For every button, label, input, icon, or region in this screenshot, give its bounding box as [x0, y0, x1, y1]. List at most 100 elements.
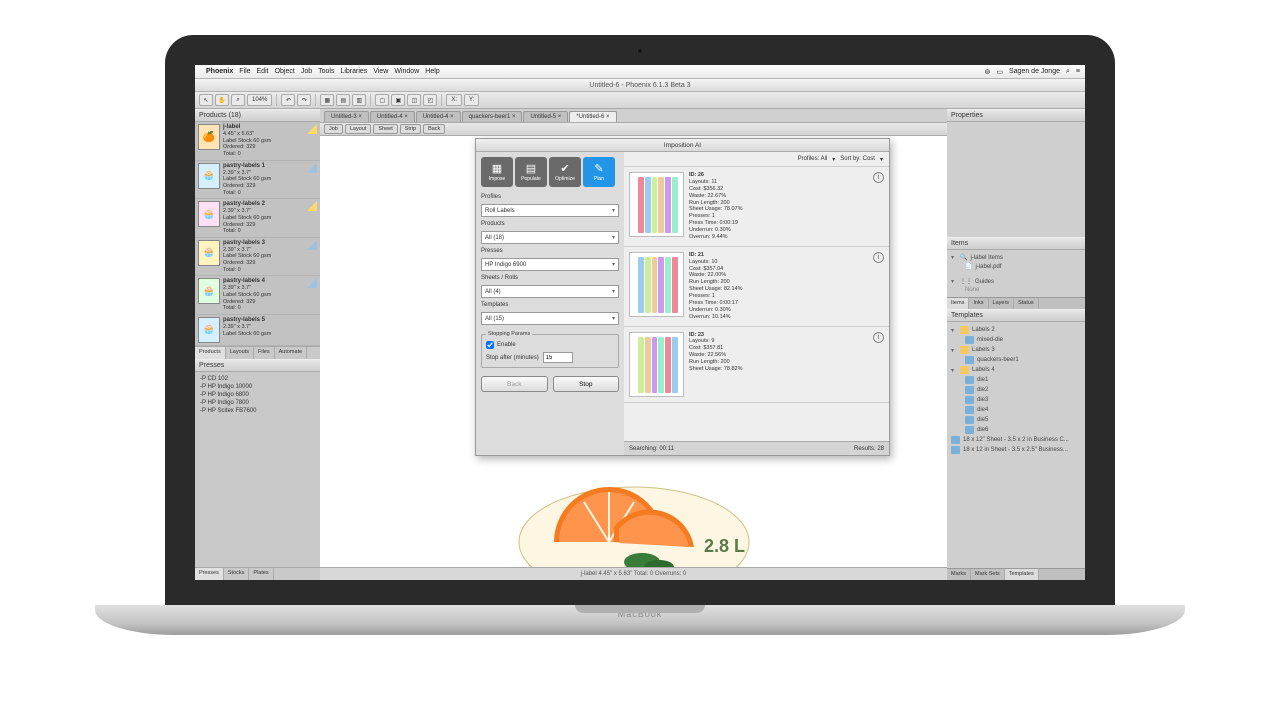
tool-c[interactable]: ▥	[352, 94, 366, 106]
imposition-ai-panel[interactable]: Imposition AI ▦Impose ▤Populate ✔Optimiz…	[475, 138, 890, 456]
doc-tab[interactable]: Untitled-4 ×	[370, 111, 415, 122]
press-row[interactable]: -P HP Indigo 7800	[198, 399, 317, 407]
press-row[interactable]: -P HP Indigo 6800	[198, 391, 317, 399]
product-row[interactable]: 🧁pastry-labels 32.39" x 3.7"Label Stock …	[195, 238, 320, 277]
doc-tab[interactable]: quackers-beer1 ×	[462, 111, 523, 122]
tool-b[interactable]: ▤	[336, 94, 350, 106]
tree-row[interactable]: ▾Labels 2	[951, 325, 1081, 335]
tab-stocks[interactable]: Stocks	[224, 568, 250, 580]
menu-tools[interactable]: Tools	[318, 68, 334, 75]
menu-view[interactable]: View	[373, 68, 388, 75]
result-row[interactable]: ID: 23Layouts: 9Cost: $357.81Waste: 22.5…	[624, 327, 889, 403]
subbar-sheet[interactable]: Sheet	[373, 124, 397, 134]
canvas[interactable]: 2.8 L Imposition AI ▦Impose ▤Populate	[320, 136, 947, 567]
tab-status[interactable]: Status	[1014, 298, 1039, 309]
tree-row[interactable]: quackers-beer1	[951, 355, 1081, 365]
sheets-select[interactable]: All (4)	[481, 285, 619, 298]
product-row[interactable]: 🧁pastry-labels 22.39" x 3.7"Label Stock …	[195, 199, 320, 238]
menu-job[interactable]: Job	[301, 68, 312, 75]
info-icon[interactable]: i	[873, 252, 884, 263]
press-row[interactable]: -P CD 102	[198, 375, 317, 383]
tab-marksets[interactable]: Mark Sets	[971, 569, 1005, 580]
press-row[interactable]: -P HP Indigo 10000	[198, 383, 317, 391]
menu-file[interactable]: File	[239, 68, 250, 75]
product-row[interactable]: 🧁pastry-labels 52.39" x 3.7"Label Stock …	[195, 315, 320, 346]
tree-row[interactable]: die4	[951, 405, 1081, 415]
tool-y[interactable]: Y:	[464, 94, 479, 106]
doc-tab-active[interactable]: *Untitled-6 ×	[569, 111, 616, 122]
tool-x[interactable]: X:	[446, 94, 462, 106]
mode-populate[interactable]: ▤Populate	[515, 157, 547, 187]
stopafter-input[interactable]	[543, 352, 573, 363]
tree-row[interactable]: die3	[951, 395, 1081, 405]
tool-arrow[interactable]: ↖	[199, 94, 213, 106]
press-row[interactable]: -P HP Scitex FB7600	[198, 407, 317, 415]
product-row[interactable]: 🧁pastry-labels 12.39" x 3.7"Label Stock …	[195, 161, 320, 200]
profiles-filter[interactable]: Profiles: All	[798, 156, 828, 162]
tab-layouts[interactable]: Layouts	[226, 347, 254, 359]
battery-icon[interactable]: ▭	[996, 68, 1003, 76]
tree-row[interactable]: ▾🔍 j-label Items	[951, 253, 1081, 262]
tab-files[interactable]: Files	[254, 347, 275, 359]
mode-optimize[interactable]: ✔Optimize	[549, 157, 581, 187]
tool-f[interactable]: ◫	[407, 94, 421, 106]
tab-plates[interactable]: Plates	[249, 568, 273, 580]
tab-inks[interactable]: Inks	[969, 298, 988, 309]
zoom-value[interactable]: 104%	[247, 94, 272, 106]
tool-hand[interactable]: ✋	[215, 94, 229, 106]
tree-row[interactable]: mixed-die	[951, 335, 1081, 345]
presses-select[interactable]: HP Indigo 6900	[481, 258, 619, 271]
tree-row[interactable]: ▾Labels 3	[951, 345, 1081, 355]
tool-zoom[interactable]: ⌕	[231, 94, 245, 106]
tree-row[interactable]: ▾⋮⋮ Guides	[951, 277, 1081, 286]
tool-e[interactable]: ▣	[391, 94, 405, 106]
tool-g[interactable]: ◰	[423, 94, 437, 106]
templates-select[interactable]: All (15)	[481, 312, 619, 325]
tree-row[interactable]: 18 x 12" Sheet - 3.5 x 2 in Business C..…	[951, 435, 1081, 445]
doc-tab[interactable]: Untitled-3 ×	[324, 111, 369, 122]
doc-tab[interactable]: Untitled-4 ×	[416, 111, 461, 122]
search-icon[interactable]: ⌕	[1066, 68, 1070, 76]
app-menu[interactable]: Phoenix	[206, 68, 233, 75]
tree-row[interactable]: die5	[951, 415, 1081, 425]
sortby-filter[interactable]: Sort by: Cost	[840, 156, 875, 162]
mode-plan[interactable]: ✎Plan	[583, 157, 615, 187]
subbar-back[interactable]: Back	[423, 124, 445, 134]
products-select[interactable]: All (18)	[481, 231, 619, 244]
menu-libraries[interactable]: Libraries	[340, 68, 367, 75]
subbar-strip[interactable]: Strip	[400, 124, 421, 134]
wifi-icon[interactable]: ⊚	[984, 68, 990, 76]
tree-row[interactable]: die2	[951, 385, 1081, 395]
tool-undo[interactable]: ↶	[281, 94, 295, 106]
tool-redo[interactable]: ↷	[297, 94, 311, 106]
notif-icon[interactable]: ≡	[1076, 68, 1080, 75]
user-menu[interactable]: Sagen de Jonge	[1009, 68, 1060, 75]
tree-row[interactable]: 18 x 12 in Sheet - 3.5 x 2.5" Business..…	[951, 445, 1081, 455]
product-row[interactable]: 🧁pastry-labels 42.39" x 3.7"Label Stock …	[195, 276, 320, 315]
menu-window[interactable]: Window	[394, 68, 419, 75]
enable-checkbox[interactable]: Enable	[486, 341, 614, 349]
stop-button[interactable]: Stop	[553, 376, 620, 392]
tab-presses[interactable]: Presses	[195, 568, 224, 580]
profiles-select[interactable]: Roll Labels	[481, 204, 619, 217]
subbar-layout[interactable]: Layout	[345, 124, 372, 134]
tab-templates[interactable]: Templates	[1005, 569, 1039, 580]
tree-row[interactable]: 📄 j-label.pdf	[951, 262, 1081, 271]
tree-row[interactable]: die6	[951, 425, 1081, 435]
tab-products[interactable]: Products	[195, 347, 226, 359]
tree-row[interactable]: die1	[951, 375, 1081, 385]
tree-row[interactable]: ▾Labels 4	[951, 365, 1081, 375]
doc-tab[interactable]: Untitled-5 ×	[523, 111, 568, 122]
menu-object[interactable]: Object	[275, 68, 295, 75]
tab-layers[interactable]: Layers	[989, 298, 1015, 309]
info-icon[interactable]: i	[873, 332, 884, 343]
menu-edit[interactable]: Edit	[257, 68, 269, 75]
result-row[interactable]: ID: 21Layouts: 10Cost: $357.04Waste: 22.…	[624, 247, 889, 327]
menu-help[interactable]: Help	[425, 68, 439, 75]
tool-d[interactable]: ▢	[375, 94, 389, 106]
mode-impose[interactable]: ▦Impose	[481, 157, 513, 187]
product-row[interactable]: 🍊j-label4.45" x 5.63"Label Stock 60 gsmO…	[195, 122, 320, 161]
tab-items[interactable]: Items	[947, 298, 969, 309]
tool-a[interactable]: ▦	[320, 94, 334, 106]
result-row[interactable]: ID: 26Layouts: 11Cost: $356.32Waste: 22.…	[624, 167, 889, 247]
